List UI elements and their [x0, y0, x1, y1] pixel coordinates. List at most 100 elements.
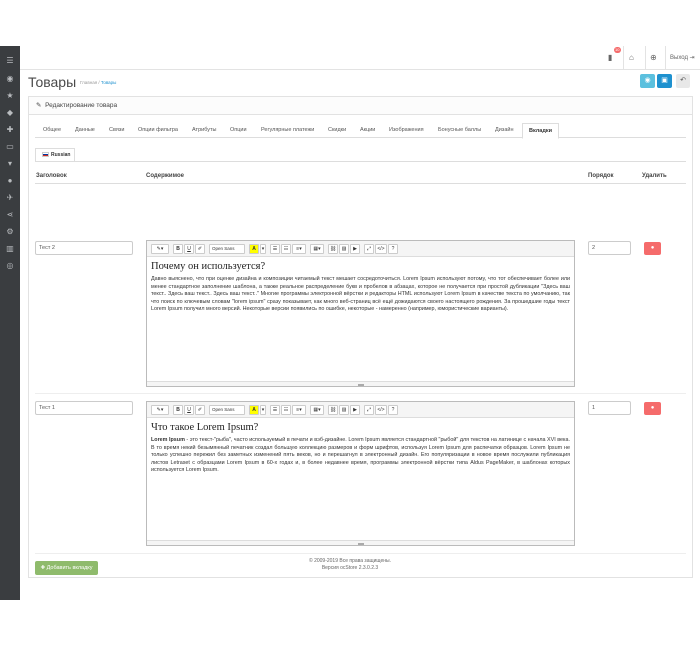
logout-button[interactable]: Выход ⇥: [670, 50, 695, 66]
numbered-list-button[interactable]: ☷: [281, 244, 291, 254]
content-heading: Что такое Lorem Ipsum?: [151, 422, 259, 433]
delete-row-button[interactable]: ●: [644, 402, 661, 415]
bullet-list-button[interactable]: ☰: [270, 244, 280, 254]
link-button[interactable]: ⛓: [328, 244, 338, 254]
content-text-rest: - это текст-"рыба", часто используемый в…: [151, 437, 570, 474]
text-color-button[interactable]: A: [249, 405, 259, 415]
tab-item[interactable]: Изображения: [383, 123, 430, 138]
panel-title: Редактирование товара: [45, 102, 118, 109]
code-view-button[interactable]: </>: [375, 405, 387, 415]
save-button[interactable]: ▣: [657, 74, 672, 88]
link-button[interactable]: ⛓: [328, 405, 338, 415]
tab-item[interactable]: Атрибуты: [186, 123, 222, 138]
color-dropdown-icon[interactable]: ▾: [260, 244, 266, 254]
bold-button[interactable]: B: [173, 405, 183, 415]
sort-order-input[interactable]: 1: [588, 401, 631, 415]
tab-item[interactable]: Связи: [103, 123, 130, 138]
dashboard-icon[interactable]: ◉: [4, 74, 16, 84]
back-button[interactable]: ↶: [676, 74, 690, 88]
divider: [35, 183, 686, 184]
tab-item[interactable]: Общее: [37, 123, 67, 138]
share-icon[interactable]: ⋖: [4, 210, 16, 220]
language-tab-russian[interactable]: Russian: [35, 148, 75, 162]
tags-icon[interactable]: ◆: [4, 108, 16, 118]
breadcrumb-home[interactable]: Главная: [80, 80, 97, 85]
help-button[interactable]: ?: [388, 244, 398, 254]
help-button[interactable]: ?: [388, 405, 398, 415]
tab-item[interactable]: Скидки: [322, 123, 352, 138]
magic-wand-icon[interactable]: ✎▾: [151, 405, 169, 415]
fullscreen-button[interactable]: ⤢: [364, 405, 374, 415]
table-button[interactable]: ▦▾: [310, 405, 324, 415]
content-editor[interactable]: ✎▾ B U ✐ Open Sans A ▾ ☰ ☷ ≡▾ ▦▾ ⛓ ▨ ▶ ⤢ </>? Что такое…: [146, 401, 575, 546]
code-view-button[interactable]: </>: [375, 244, 387, 254]
tab-item[interactable]: Опции фильтра: [132, 123, 184, 138]
system-icon[interactable]: ◎: [4, 261, 16, 271]
footer-copyright: © 2009-2019 Все права защищены.: [309, 558, 391, 564]
underline-button[interactable]: U: [184, 244, 194, 254]
home-icon[interactable]: ⌂: [629, 50, 641, 66]
video-button[interactable]: ▶: [350, 405, 360, 415]
image-button[interactable]: ▨: [339, 244, 349, 254]
underline-button[interactable]: U: [184, 405, 194, 415]
align-button[interactable]: ≡▾: [292, 244, 306, 254]
content-editor[interactable]: ✎▾ B U ✐ Open Sans A ▾ ☰ ☷ ≡▾ ▦▾ ⛓ ▨ ▶ ⤢ </>? Почему он…: [146, 240, 575, 387]
divider: [645, 46, 646, 70]
sort-order-input[interactable]: 2: [588, 241, 631, 255]
content-text: Давно выяснено, что при оценке дизайна и…: [151, 276, 570, 313]
tab-item[interactable]: Акции: [354, 123, 381, 138]
text-color-button[interactable]: A: [249, 244, 259, 254]
bold-button[interactable]: B: [173, 244, 183, 254]
tab-title-input[interactable]: Тест 2: [35, 241, 133, 255]
font-family-select[interactable]: Open Sans: [209, 244, 245, 254]
eraser-button[interactable]: ✐: [195, 405, 205, 415]
sales-icon[interactable]: ▾: [4, 159, 16, 169]
delete-row-button[interactable]: ●: [644, 242, 661, 255]
resize-handle[interactable]: [147, 381, 574, 386]
language-label: Russian: [51, 152, 71, 158]
app-window: ☰ ◉ ★ ◆ ✚ ▭ ▾ ● ✈ ⋖ ⚙ ▥ ◎ ▮ 10 ⌂ ⊕ Выход…: [0, 46, 700, 600]
extensions-icon[interactable]: ✚: [4, 125, 16, 135]
image-button[interactable]: ▨: [339, 405, 349, 415]
column-header-content: Содержимое: [146, 173, 184, 179]
save-icon: ▣: [661, 77, 668, 84]
page-title: Товары: [28, 74, 77, 90]
editor-content[interactable]: Почему он используется? Давно выяснено, …: [151, 261, 570, 314]
russia-flag-icon: [42, 152, 49, 158]
marketing-icon[interactable]: ✈: [4, 193, 16, 203]
notifications-button[interactable]: ▮ 10: [608, 47, 621, 66]
bullet-list-button[interactable]: ☰: [270, 405, 280, 415]
magic-wand-icon[interactable]: ✎▾: [151, 244, 169, 254]
table-button[interactable]: ▦▾: [310, 244, 324, 254]
help-icon[interactable]: ⊕: [650, 50, 662, 66]
breadcrumb-current[interactable]: Товары: [101, 80, 116, 85]
color-dropdown-icon[interactable]: ▾: [260, 405, 266, 415]
editor-content[interactable]: Что такое Lorem Ipsum? Lorem Ipsum - это…: [151, 422, 570, 475]
bell-icon: ▮: [608, 53, 613, 62]
tab-title-input[interactable]: Тест 1: [35, 401, 133, 415]
eraser-button[interactable]: ✐: [195, 244, 205, 254]
video-button[interactable]: ▶: [350, 244, 360, 254]
tab-item[interactable]: Вкладки: [522, 123, 559, 139]
align-button[interactable]: ≡▾: [292, 405, 306, 415]
tab-item[interactable]: Данные: [69, 123, 101, 138]
tab-item[interactable]: Бонусные баллы: [432, 123, 487, 138]
customers-icon[interactable]: ●: [4, 176, 16, 186]
reports-icon[interactable]: ▥: [4, 244, 16, 254]
numbered-list-button[interactable]: ☷: [281, 405, 291, 415]
tab-item[interactable]: Дизайн: [489, 123, 520, 138]
design-icon[interactable]: ▭: [4, 142, 16, 152]
font-family-select[interactable]: Open Sans: [209, 405, 245, 415]
tab-item[interactable]: Регулярные платежи: [255, 123, 320, 138]
content-heading: Почему он используется?: [151, 261, 266, 272]
menu-toggle-icon[interactable]: ☰: [4, 56, 16, 66]
catalog-icon[interactable]: ★: [4, 91, 16, 101]
save-and-stay-button[interactable]: ◉: [640, 74, 655, 88]
tab-item[interactable]: Опции: [224, 123, 253, 138]
minus-circle-icon: ●: [650, 405, 655, 411]
eye-icon: ◉: [644, 77, 651, 84]
resize-handle[interactable]: [147, 540, 574, 545]
fullscreen-button[interactable]: ⤢: [364, 244, 374, 254]
panel-heading: ✎ Редактирование товара: [29, 97, 692, 115]
settings-icon[interactable]: ⚙: [4, 227, 16, 237]
